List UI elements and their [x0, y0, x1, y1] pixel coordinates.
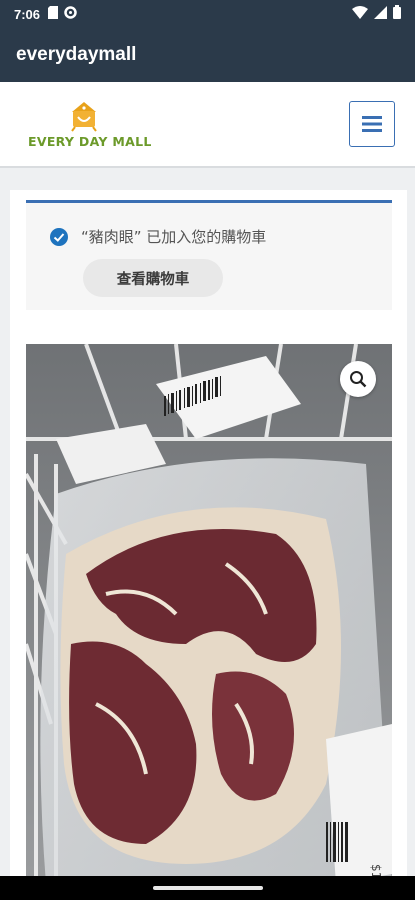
- settings-icon: [64, 5, 77, 23]
- logo-bag-icon: [71, 102, 97, 132]
- app-title: everydaymall: [16, 44, 137, 65]
- product-image[interactable]: $17: [26, 344, 392, 884]
- status-bar: 7:06: [0, 0, 415, 28]
- battery-icon: [393, 5, 401, 23]
- zoom-button[interactable]: [340, 361, 376, 397]
- sim-icon: [48, 5, 59, 23]
- home-gesture-handle[interactable]: [153, 886, 263, 890]
- logo-text: EVERY DAY MALL: [28, 134, 152, 149]
- view-cart-button[interactable]: 查看購物車: [83, 259, 223, 297]
- menu-button[interactable]: [349, 101, 395, 147]
- signal-icon: [374, 5, 387, 23]
- app-bar: everydaymall: [0, 28, 415, 82]
- cart-notice-message: “豬肉眼” 已加入您的購物車: [81, 228, 267, 246]
- site-logo[interactable]: EVERY DAY MALL: [28, 98, 151, 154]
- status-time: 7:06: [14, 6, 41, 22]
- system-nav-bar: [0, 876, 415, 900]
- hamburger-icon: [362, 116, 382, 132]
- page-content: “豬肉眼” 已加入您的購物車 查看購物車 $17: [10, 190, 407, 890]
- wifi-icon: [352, 5, 368, 23]
- check-icon: [50, 228, 68, 246]
- steak-photo-illustration: $17: [26, 344, 392, 884]
- site-header: EVERY DAY MALL: [0, 82, 415, 168]
- zoom-icon: [350, 371, 367, 388]
- cart-notice: “豬肉眼” 已加入您的購物車 查看購物車: [26, 200, 392, 310]
